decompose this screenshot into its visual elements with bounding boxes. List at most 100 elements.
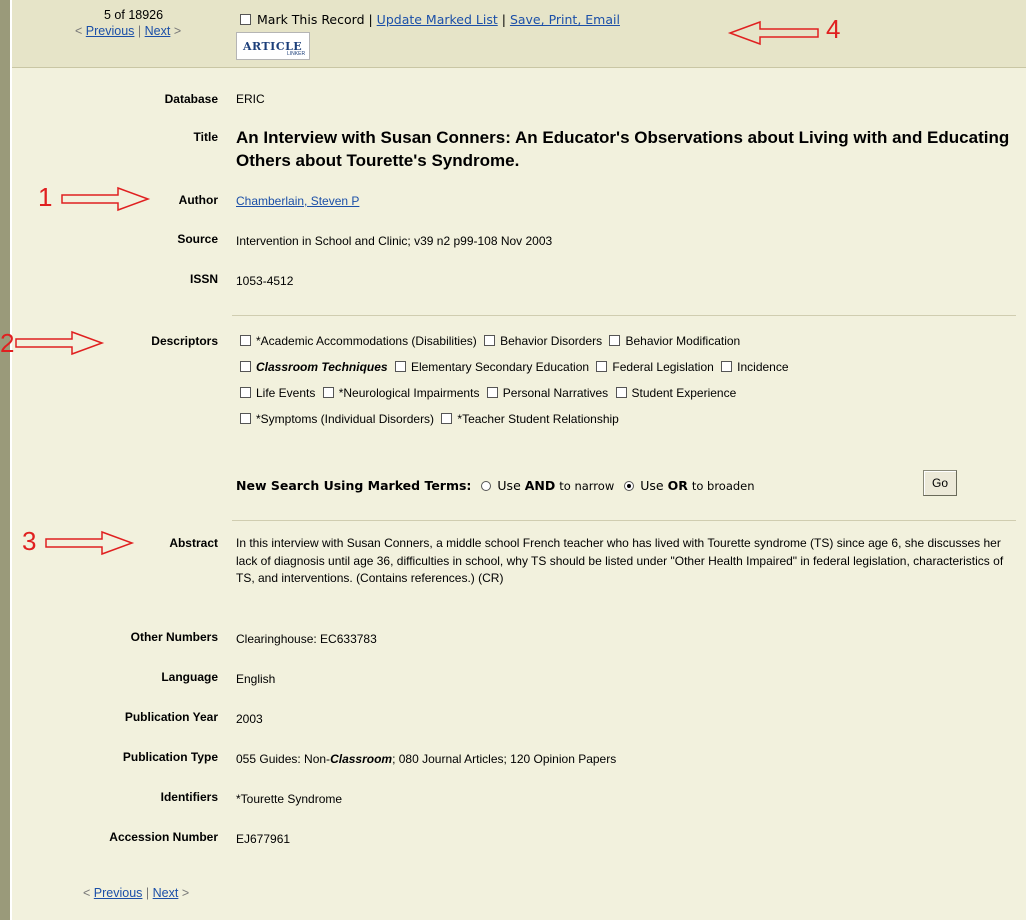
go-button[interactable]: Go <box>923 470 957 496</box>
save-print-email-link[interactable]: Save, Print, Email <box>510 12 620 27</box>
top-prev-next: < Previous | Next > <box>75 24 181 38</box>
annotation-arrow-1 <box>61 186 151 212</box>
issn-label: ISSN <box>189 272 218 286</box>
annotation-arrow-4 <box>727 20 819 46</box>
descriptor-row: Classroom Techniques Elementary Secondar… <box>240 354 1020 380</box>
descriptor-label: Classroom Techniques <box>256 360 388 374</box>
descriptor-label: Incidence <box>737 360 789 374</box>
next-link[interactable]: Next <box>153 886 179 900</box>
new-search-row: New Search Using Marked Terms: Use AND t… <box>236 478 755 493</box>
abstract-divider <box>232 520 1016 521</box>
annotation-number-1: 1 <box>38 182 53 212</box>
descriptor-label: *Academic Accommodations (Disabilities) <box>256 334 477 348</box>
abstract-text: In this interview with Susan Conners, a … <box>236 536 1004 585</box>
descriptor-label: *Teacher Student Relationship <box>457 412 619 426</box>
source-value: Intervention in School and Clinic; v39 n… <box>236 234 553 248</box>
publication-type-label: Publication Type <box>122 750 218 764</box>
nav-separator: | <box>145 886 150 900</box>
language-value: English <box>236 672 276 686</box>
annotation-number-2: 2 <box>0 328 14 358</box>
descriptor-label: *Neurological Impairments <box>338 386 480 400</box>
record-title: An Interview with Susan Conners: An Educ… <box>236 128 1010 170</box>
descriptor-item[interactable]: Elementary Secondary Education <box>394 360 590 374</box>
previous-link[interactable]: Previous <box>94 886 143 900</box>
next-arrow: > <box>173 24 182 38</box>
descriptor-item[interactable]: Personal Narratives <box>486 386 609 400</box>
or-option-operator: OR <box>667 478 688 493</box>
mark-toolbar: Mark This Record | Update Marked List | … <box>240 12 620 27</box>
descriptor-checkbox[interactable] <box>721 361 733 372</box>
descriptor-label: Elementary Secondary Education <box>410 360 590 374</box>
descriptor-item[interactable]: Behavior Modification <box>609 334 740 348</box>
descriptor-checkbox[interactable] <box>240 413 251 424</box>
descriptor-checkbox[interactable] <box>322 387 334 398</box>
or-option-suffix: to broaden <box>691 479 755 493</box>
other-numbers-label: Other Numbers <box>130 630 218 644</box>
descriptor-item[interactable]: Life Events <box>240 386 315 400</box>
mark-record-label: Mark This Record | <box>257 12 373 27</box>
descriptor-checkbox[interactable] <box>486 387 498 398</box>
previous-link[interactable]: Previous <box>86 24 135 38</box>
descriptor-checkbox[interactable] <box>441 413 453 424</box>
descriptor-item[interactable]: *Teacher Student Relationship <box>441 412 619 426</box>
record-counter: 5 of 18926 <box>104 8 164 22</box>
publication-type-highlight: Classroom <box>330 752 393 766</box>
descriptor-label: Personal Narratives <box>502 386 609 400</box>
annotation-number-4: 4 <box>826 14 841 44</box>
descriptor-checkbox[interactable] <box>240 361 251 372</box>
descriptor-row: Life Events *Neurological Impairments Pe… <box>240 380 1020 406</box>
update-marked-list-link[interactable]: Update Marked List <box>377 12 498 27</box>
publication-year-value: 2003 <box>236 712 263 726</box>
and-radio[interactable] <box>481 481 492 491</box>
descriptor-label: *Symptoms (Individual Disorders) <box>256 412 435 426</box>
annotation-number-3: 3 <box>22 526 37 556</box>
left-border <box>0 0 10 920</box>
annotation-arrow-2 <box>15 330 105 356</box>
descriptor-label: Student Experience <box>631 386 737 400</box>
descriptors-label: Descriptors <box>151 334 218 348</box>
mark-record-checkbox[interactable] <box>240 14 251 25</box>
descriptor-checkbox[interactable] <box>394 361 406 372</box>
descriptor-checkbox[interactable] <box>484 335 496 346</box>
accession-number-value: EJ677961 <box>236 832 291 846</box>
and-option-suffix: to narrow <box>559 479 615 493</box>
prev-arrow: < <box>83 886 91 900</box>
descriptor-row: *Symptoms (Individual Disorders) *Teache… <box>240 406 1020 432</box>
descriptor-item[interactable]: Behavior Disorders <box>484 334 602 348</box>
abstract-label: Abstract <box>169 536 218 550</box>
annotation-arrow-3 <box>45 530 135 556</box>
publication-type-value: 055 Guides: Non-Classroom; 080 Journal A… <box>236 752 616 766</box>
descriptor-checkbox[interactable] <box>615 387 627 398</box>
or-radio[interactable] <box>624 481 635 491</box>
descriptor-label: Life Events <box>256 386 316 400</box>
language-label: Language <box>161 670 218 684</box>
descriptor-item[interactable]: *Academic Accommodations (Disabilities) <box>240 334 477 348</box>
descriptor-checkbox[interactable] <box>596 361 608 372</box>
database-value: ERIC <box>236 92 265 106</box>
descriptor-item[interactable]: Incidence <box>721 360 789 374</box>
prev-arrow: < <box>75 24 83 38</box>
bottom-prev-next: < Previous | Next > <box>83 886 189 900</box>
descriptor-label: Federal Legislation <box>612 360 714 374</box>
identifiers-label: Identifiers <box>160 790 218 804</box>
descriptor-item[interactable]: Student Experience <box>615 386 737 400</box>
author-link[interactable]: Chamberlain, Steven P <box>236 194 359 208</box>
publication-type-suffix: ; 080 Journal Articles; 120 Opinion Pape… <box>392 752 617 766</box>
descriptor-item[interactable]: Classroom Techniques <box>240 360 388 374</box>
descriptor-checkbox[interactable] <box>240 335 251 346</box>
descriptor-label: Behavior Modification <box>625 334 741 348</box>
descriptor-checkbox[interactable] <box>609 335 621 346</box>
descriptor-checkbox[interactable] <box>240 387 251 398</box>
article-linker-logo-subtext: LINKER <box>287 51 306 57</box>
next-link[interactable]: Next <box>145 24 171 38</box>
descriptor-item[interactable]: Federal Legislation <box>596 360 714 374</box>
toolbar-separator: | <box>501 12 506 27</box>
descriptor-item[interactable]: *Neurological Impairments <box>322 386 480 400</box>
article-linker-logo[interactable]: ARTICLE LINKER <box>236 32 310 60</box>
accession-number-label: Accession Number <box>109 830 218 844</box>
left-border-highlight <box>10 0 12 920</box>
descriptor-item[interactable]: *Symptoms (Individual Disorders) <box>240 412 434 426</box>
title-label: Title <box>193 130 218 144</box>
descriptors-divider <box>232 315 1016 316</box>
identifiers-value: *Tourette Syndrome <box>236 792 343 806</box>
